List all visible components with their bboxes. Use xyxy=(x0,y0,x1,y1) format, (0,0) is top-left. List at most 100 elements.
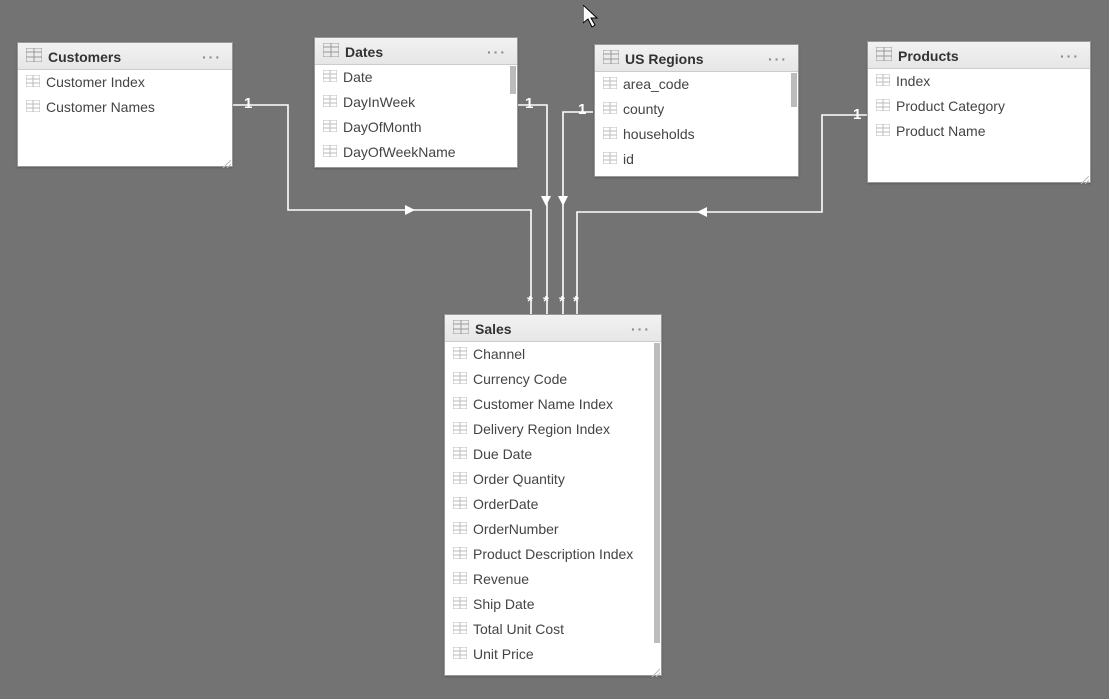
field-label: OrderNumber xyxy=(473,520,559,539)
cardinality-1-products: 1 xyxy=(853,106,861,123)
column-icon xyxy=(453,420,467,439)
table-dates[interactable]: Dates ··· Date DayInWeek DayOfMonth DayO… xyxy=(314,37,518,168)
field-label: Product Category xyxy=(896,97,1005,116)
column-icon xyxy=(323,143,337,162)
field-label: Channel xyxy=(473,345,525,364)
field-row[interactable]: id xyxy=(595,147,798,172)
scrollbar-thumb[interactable] xyxy=(791,73,797,107)
field-label: county xyxy=(623,100,664,119)
field-row[interactable]: Customer Names xyxy=(18,95,232,120)
column-icon xyxy=(453,570,467,589)
table-sales[interactable]: Sales ··· Channel Currency Code Customer N… xyxy=(444,314,662,676)
field-row[interactable]: Unit Price xyxy=(445,642,661,667)
field-label: Customer Names xyxy=(46,98,155,117)
table-header-customers[interactable]: Customers ··· xyxy=(18,43,232,70)
column-icon xyxy=(453,495,467,514)
column-icon xyxy=(453,345,467,364)
field-label: Index xyxy=(896,72,930,91)
column-icon xyxy=(323,118,337,137)
field-row[interactable]: OrderDate xyxy=(445,492,661,517)
field-row[interactable]: area_code xyxy=(595,72,798,97)
field-label: Product Name xyxy=(896,122,985,141)
field-label: DayOfWeekName xyxy=(343,143,456,162)
field-row[interactable]: Due Date xyxy=(445,442,661,467)
field-row[interactable]: Channel xyxy=(445,342,661,367)
ellipsis-icon[interactable]: ··· xyxy=(485,44,509,60)
cursor-icon xyxy=(583,5,603,31)
field-label: DayInWeek xyxy=(343,93,415,112)
table-products[interactable]: Products ··· Index Product Category Prod… xyxy=(867,41,1091,183)
field-row[interactable]: Product Category xyxy=(868,94,1090,119)
column-icon xyxy=(603,125,617,144)
ellipsis-icon[interactable]: ··· xyxy=(629,321,653,337)
table-icon xyxy=(26,48,42,65)
field-row[interactable]: DayOfMonth xyxy=(315,115,517,140)
field-label: Due Date xyxy=(473,445,532,464)
field-row[interactable]: OrderNumber xyxy=(445,517,661,542)
table-title: Products xyxy=(898,48,1058,64)
column-icon xyxy=(453,595,467,614)
table-title: Dates xyxy=(345,44,485,60)
field-row[interactable]: Ship Date xyxy=(445,592,661,617)
ellipsis-icon[interactable]: ··· xyxy=(766,51,790,67)
scrollbar-thumb[interactable] xyxy=(510,66,516,94)
field-list-sales: Channel Currency Code Customer Name Index D… xyxy=(445,342,661,675)
field-row[interactable]: Currency Code xyxy=(445,367,661,392)
table-icon xyxy=(876,47,892,64)
field-row[interactable]: Product Name xyxy=(868,119,1090,144)
field-label: Currency Code xyxy=(473,370,567,389)
table-icon xyxy=(453,320,469,337)
table-header-products[interactable]: Products ··· xyxy=(868,42,1090,69)
column-icon xyxy=(453,520,467,539)
field-label: id xyxy=(623,150,634,169)
field-label: households xyxy=(623,125,695,144)
table-header-usregions[interactable]: US Regions ··· xyxy=(595,45,798,72)
field-row[interactable]: Order Quantity xyxy=(445,467,661,492)
ellipsis-icon[interactable]: ··· xyxy=(1058,48,1082,64)
table-title: Sales xyxy=(475,321,629,337)
field-row[interactable]: Product Description Index xyxy=(445,542,661,567)
column-icon xyxy=(603,100,617,119)
ellipsis-icon[interactable]: ··· xyxy=(200,49,224,65)
field-row[interactable]: Customer Index xyxy=(18,70,232,95)
field-row[interactable]: county xyxy=(595,97,798,122)
resize-handle[interactable] xyxy=(650,664,660,674)
field-row[interactable]: households xyxy=(595,122,798,147)
field-row[interactable]: Revenue xyxy=(445,567,661,592)
field-row[interactable]: Delivery Region Index xyxy=(445,417,661,442)
resize-handle[interactable] xyxy=(221,155,231,165)
column-icon xyxy=(453,395,467,414)
scrollbar-thumb[interactable] xyxy=(654,343,660,643)
field-row[interactable]: DayOfWeekName xyxy=(315,140,517,165)
cardinality-many-2: * xyxy=(543,293,549,310)
field-row[interactable]: Customer Name Index xyxy=(445,392,661,417)
field-label: Delivery Region Index xyxy=(473,420,610,439)
table-us-regions[interactable]: US Regions ··· area_code county househol… xyxy=(594,44,799,177)
field-label: Unit Price xyxy=(473,645,534,664)
field-row[interactable]: Date xyxy=(315,65,517,90)
field-row[interactable]: Total Unit Cost xyxy=(445,617,661,642)
cardinality-1-dates: 1 xyxy=(525,95,533,112)
field-list-customers: Customer Index Customer Names xyxy=(18,70,232,166)
column-icon xyxy=(323,68,337,87)
column-icon xyxy=(453,620,467,639)
cardinality-1-customers: 1 xyxy=(244,95,252,112)
column-icon xyxy=(453,470,467,489)
field-row[interactable]: Index xyxy=(868,69,1090,94)
field-label: Customer Index xyxy=(46,73,145,92)
column-icon xyxy=(603,150,617,169)
field-label: OrderDate xyxy=(473,495,538,514)
resize-handle[interactable] xyxy=(1079,171,1089,181)
field-list-usregions: area_code county households id xyxy=(595,72,798,176)
table-header-sales[interactable]: Sales ··· xyxy=(445,315,661,342)
field-label: area_code xyxy=(623,75,689,94)
field-label: Product Description Index xyxy=(473,545,633,564)
field-label: Order Quantity xyxy=(473,470,565,489)
table-header-dates[interactable]: Dates ··· xyxy=(315,38,517,65)
cardinality-many-4: * xyxy=(573,293,579,310)
field-row[interactable]: DayInWeek xyxy=(315,90,517,115)
column-icon xyxy=(323,93,337,112)
table-icon xyxy=(323,43,339,60)
column-icon xyxy=(453,645,467,664)
table-customers[interactable]: Customers ··· Customer Index Customer Na… xyxy=(17,42,233,167)
